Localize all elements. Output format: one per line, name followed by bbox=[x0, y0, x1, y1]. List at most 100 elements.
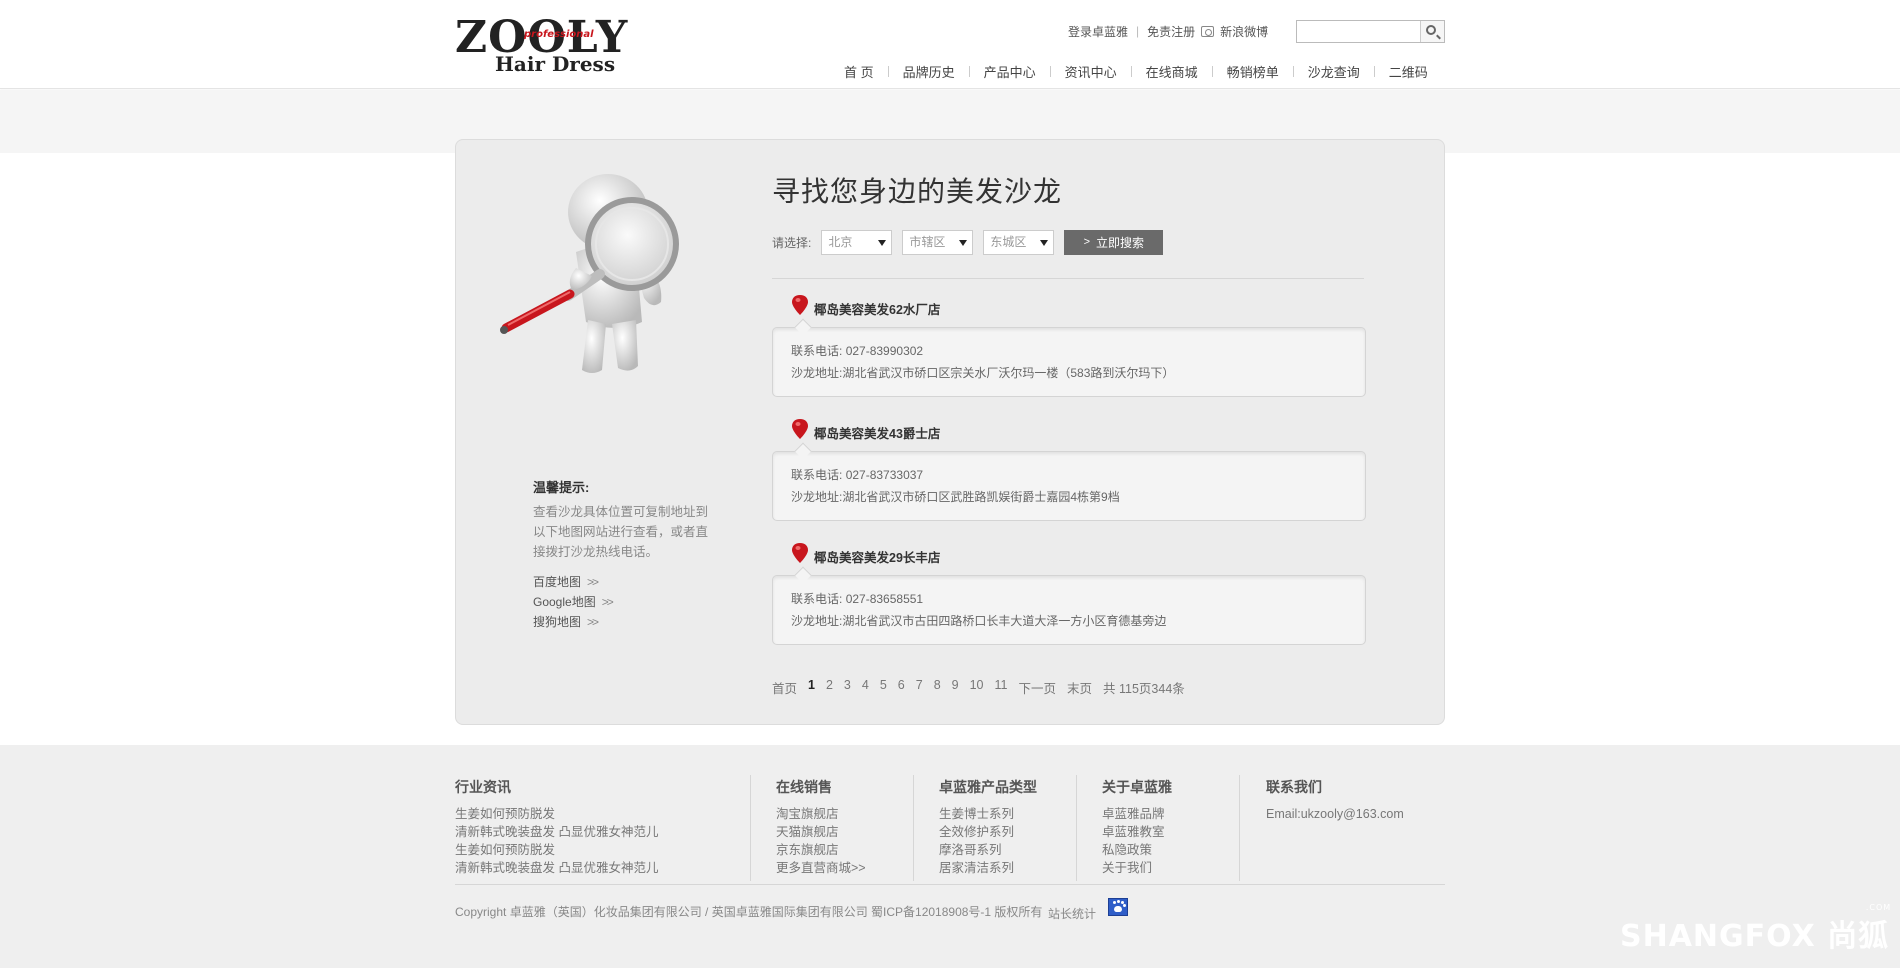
sogou-map-link[interactable]: 搜狗地图 >> bbox=[533, 612, 612, 632]
baidu-paw-icon[interactable] bbox=[1108, 898, 1128, 916]
province-select[interactable]: 北京 bbox=[821, 229, 893, 255]
nav-qrcode[interactable]: 二维码 bbox=[1375, 62, 1442, 81]
login-link[interactable]: 登录卓蓝雅 bbox=[1068, 23, 1128, 40]
salon-address: 沙龙地址:湖北省武汉市硚口区宗关水厂沃尔玛一楼（583路到沃尔玛下） bbox=[791, 364, 1174, 381]
footer-link[interactable]: 生姜如何预防脱发 bbox=[455, 805, 658, 823]
double-chevron-icon: >> bbox=[601, 595, 614, 609]
pagination: 首页 1 2 3 4 5 6 7 8 9 10 11 下一页 末页 共 115页… bbox=[772, 678, 1196, 697]
pager-page-current[interactable]: 1 bbox=[808, 678, 815, 697]
footer-col-products: 卓蓝雅产品类型 生姜博士系列 全效修护系列 摩洛哥系列 居家清洁系列 bbox=[939, 777, 1037, 877]
search-now-button[interactable]: > 立即搜索 bbox=[1064, 229, 1164, 255]
pager-last[interactable]: 末页 bbox=[1067, 678, 1092, 697]
pager-page[interactable]: 6 bbox=[898, 678, 905, 697]
google-map-link[interactable]: Google地图 >> bbox=[533, 592, 614, 612]
footer-link[interactable]: 生姜博士系列 bbox=[939, 805, 1037, 823]
logo-subtitle: Hair Dress bbox=[495, 52, 616, 76]
copyright-text: Copyright 卓蓝雅（英国）化妆品集团有限公司 / 英国卓蓝雅国际集团有限… bbox=[455, 905, 1043, 919]
footer-link[interactable]: 居家清洁系列 bbox=[939, 859, 1037, 877]
salon-title-row: 椰岛美容美发62水厂店 bbox=[772, 293, 1366, 321]
pager-page[interactable]: 3 bbox=[844, 678, 851, 697]
baidu-map-link[interactable]: 百度地图 >> bbox=[533, 572, 612, 592]
salon-phone: 联系电话: 027-83990302 bbox=[791, 342, 923, 359]
site-stats-link[interactable]: 站长统计 bbox=[1048, 905, 1096, 922]
brand-logo[interactable]: ZOOLY professional Hair Dress bbox=[455, 16, 645, 77]
footer-divider bbox=[750, 775, 751, 881]
nav-home[interactable]: 首 页 bbox=[830, 62, 888, 81]
district-select[interactable]: 东城区 bbox=[983, 229, 1055, 255]
salon-name[interactable]: 椰岛美容美发43爵士店 bbox=[814, 423, 940, 442]
top-links: 登录卓蓝雅 | 免责注册 新浪微博 bbox=[1068, 22, 1268, 40]
pager-next[interactable]: 下一页 bbox=[1018, 678, 1056, 697]
footer-col-title: 关于卓蓝雅 bbox=[1102, 779, 1172, 795]
footer-col-contact: 联系我们 Email:ukzooly@163.com bbox=[1266, 777, 1404, 823]
salon-result: 椰岛美容美发29长丰店 联系电话: 027-83658551 沙龙地址:湖北省武… bbox=[772, 541, 1366, 645]
pager-page[interactable]: 8 bbox=[934, 678, 941, 697]
footer-link[interactable]: 卓蓝雅品牌 bbox=[1102, 805, 1172, 823]
map-pin-icon bbox=[792, 419, 808, 439]
footer-divider bbox=[1076, 775, 1077, 881]
magnifier-figure-illustration bbox=[500, 174, 679, 373]
footer-col-title: 卓蓝雅产品类型 bbox=[939, 779, 1037, 795]
address-label: 沙龙地址: bbox=[791, 366, 843, 380]
pager-page[interactable]: 9 bbox=[952, 678, 959, 697]
nav-products[interactable]: 产品中心 bbox=[970, 62, 1050, 81]
salon-title-row: 椰岛美容美发43爵士店 bbox=[772, 417, 1366, 445]
tips-title: 温馨提示: bbox=[533, 480, 590, 495]
salon-info-card: 联系电话: 027-83990302 沙龙地址:湖北省武汉市硚口区宗关水厂沃尔玛… bbox=[772, 318, 1366, 397]
contact-email[interactable]: Email:ukzooly@163.com bbox=[1266, 805, 1404, 823]
register-link[interactable]: 免责注册 bbox=[1147, 23, 1195, 40]
nav-salon-search[interactable]: 沙龙查询 bbox=[1294, 62, 1374, 81]
pager-page[interactable]: 10 bbox=[970, 678, 984, 697]
region-filter: 请选择: 北京 市辖区 东城区 > 立即搜索 bbox=[772, 229, 1164, 255]
salon-address: 沙龙地址:湖北省武汉市硚口区武胜路凯娱街爵士嘉园4栋第9档 bbox=[791, 488, 1120, 505]
phone-label: 联系电话: bbox=[791, 468, 843, 482]
baidu-map-label: 百度地图 bbox=[533, 575, 582, 589]
phone-value: 027-83733037 bbox=[845, 468, 924, 482]
footer-link[interactable]: 淘宝旗舰店 bbox=[776, 805, 866, 823]
nav-history[interactable]: 品牌历史 bbox=[889, 62, 969, 81]
footer-link[interactable]: 生姜如何预防脱发 bbox=[455, 841, 658, 859]
search-input[interactable] bbox=[1297, 21, 1421, 42]
pager-first[interactable]: 首页 bbox=[772, 678, 797, 697]
footer-link[interactable]: 私隐政策 bbox=[1102, 841, 1172, 859]
footer-link[interactable]: 全效修护系列 bbox=[939, 823, 1037, 841]
footer-link[interactable]: 更多直营商城>> bbox=[776, 859, 866, 877]
nav-bestsellers[interactable]: 畅销榜单 bbox=[1213, 62, 1293, 81]
salon-name[interactable]: 椰岛美容美发29长丰店 bbox=[814, 547, 940, 566]
salon-result: 椰岛美容美发62水厂店 联系电话: 027-83990302 沙龙地址:湖北省武… bbox=[772, 293, 1366, 397]
salon-name[interactable]: 椰岛美容美发62水厂店 bbox=[814, 299, 940, 318]
footer-col-online-sales: 在线销售 淘宝旗舰店 天猫旗舰店 京东旗舰店 更多直营商城>> bbox=[776, 777, 866, 877]
address-label: 沙龙地址: bbox=[791, 490, 843, 504]
footer-link[interactable]: 京东旗舰店 bbox=[776, 841, 866, 859]
footer-link[interactable]: 清新韩式晚装盘发 凸显优雅女神范儿 bbox=[455, 859, 658, 877]
footer-col-title: 联系我们 bbox=[1266, 779, 1322, 795]
pager-page[interactable]: 5 bbox=[880, 678, 887, 697]
pager-page[interactable]: 7 bbox=[916, 678, 923, 697]
footer-divider bbox=[1239, 775, 1240, 881]
watermark-cn: 尚狐 bbox=[1827, 919, 1890, 954]
pager-page[interactable]: 4 bbox=[862, 678, 869, 697]
city-select[interactable]: 市辖区 bbox=[902, 229, 974, 255]
salon-info-card: 联系电话: 027-83733037 沙龙地址:湖北省武汉市硚口区武胜路凯娱街爵… bbox=[772, 442, 1366, 521]
pager-page[interactable]: 11 bbox=[995, 678, 1008, 697]
nav-news[interactable]: 资讯中心 bbox=[1051, 62, 1131, 81]
pager-page[interactable]: 2 bbox=[826, 678, 833, 697]
footer-col-title: 行业资讯 bbox=[455, 779, 511, 795]
map-pin-icon bbox=[792, 295, 808, 315]
main-nav: 首 页 品牌历史 产品中心 资讯中心 在线商城 畅销榜单 沙龙查询 二维码 bbox=[830, 62, 1442, 81]
footer-link[interactable]: 摩洛哥系列 bbox=[939, 841, 1037, 859]
weibo-link[interactable]: 新浪微博 bbox=[1220, 23, 1268, 40]
province-value: 北京 bbox=[828, 234, 853, 249]
footer-link[interactable]: 清新韩式晚装盘发 凸显优雅女神范儿 bbox=[455, 823, 658, 841]
sogou-map-label: 搜狗地图 bbox=[533, 615, 582, 629]
site-header: ZOOLY professional Hair Dress 登录卓蓝雅 | 免责… bbox=[0, 0, 1900, 89]
footer-col-title: 在线销售 bbox=[776, 779, 832, 795]
footer-col-news: 行业资讯 生姜如何预防脱发 清新韩式晚装盘发 凸显优雅女神范儿 生姜如何预防脱发… bbox=[455, 777, 658, 877]
nav-shop[interactable]: 在线商城 bbox=[1132, 62, 1212, 81]
search-now-label: 立即搜索 bbox=[1096, 235, 1145, 250]
footer-link[interactable]: 关于我们 bbox=[1102, 859, 1172, 877]
footer-link[interactable]: 天猫旗舰店 bbox=[776, 823, 866, 841]
search-button[interactable] bbox=[1420, 21, 1444, 42]
footer-link[interactable]: 卓蓝雅教室 bbox=[1102, 823, 1172, 841]
search-icon bbox=[1426, 25, 1436, 35]
